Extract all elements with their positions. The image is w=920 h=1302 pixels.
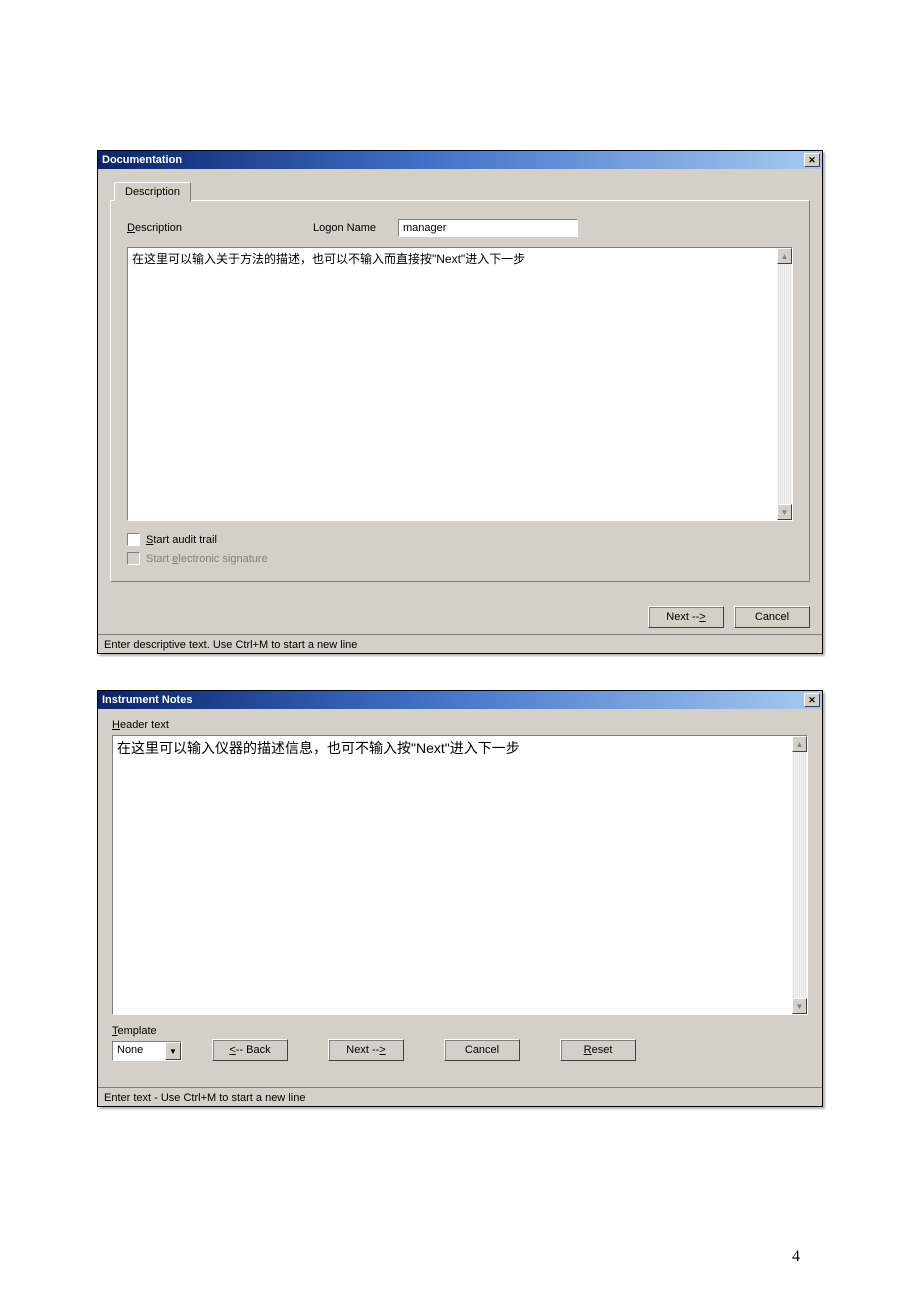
scroll-up-button[interactable]: ▲ bbox=[777, 248, 792, 264]
back-button[interactable]: <-- Back bbox=[212, 1039, 288, 1061]
status-bar: Enter text - Use Ctrl+M to start a new l… bbox=[98, 1087, 822, 1106]
audit-trail-checkbox[interactable] bbox=[127, 533, 140, 546]
scrollbar[interactable]: ▲ ▼ bbox=[792, 735, 808, 1015]
next-button[interactable]: Next --> bbox=[648, 606, 724, 628]
combo-dropdown-button[interactable]: ▼ bbox=[165, 1042, 181, 1060]
instrument-notes-dialog: Instrument Notes ✕ Header text ▲ ▼ Templ… bbox=[97, 690, 823, 1107]
template-combo-value: None bbox=[113, 1042, 165, 1060]
reset-button[interactable]: Reset bbox=[560, 1039, 636, 1061]
button-row: Next --> Cancel bbox=[98, 588, 822, 634]
header-textarea-wrap: ▲ ▼ bbox=[112, 735, 808, 1015]
header-textarea[interactable] bbox=[112, 735, 792, 1015]
description-label: Description bbox=[127, 222, 313, 234]
up-arrow-icon: ▲ bbox=[781, 252, 789, 261]
status-bar: Enter descriptive text. Use Ctrl+M to st… bbox=[98, 634, 822, 653]
close-icon: ✕ bbox=[808, 695, 816, 706]
template-row: Template None ▼ <-- Back Next --> Cancel… bbox=[112, 1025, 808, 1061]
close-icon: ✕ bbox=[808, 155, 816, 166]
scrollbar[interactable]: ▲ ▼ bbox=[777, 247, 793, 521]
close-button[interactable]: ✕ bbox=[804, 153, 820, 167]
close-button[interactable]: ✕ bbox=[804, 693, 820, 707]
dialog-body: Header text ▲ ▼ Template None ▼ <-- Back… bbox=[98, 709, 822, 1069]
scroll-up-button[interactable]: ▲ bbox=[792, 736, 807, 752]
dialog-body: Description Description Logon Name ▲ ▼ S… bbox=[98, 169, 822, 588]
window-title: Documentation bbox=[102, 154, 182, 166]
down-arrow-icon: ▼ bbox=[781, 508, 789, 517]
logon-name-field[interactable] bbox=[398, 219, 578, 237]
tab-description[interactable]: Description bbox=[114, 182, 191, 201]
button-group: <-- Back Next --> Cancel Reset bbox=[212, 1039, 636, 1061]
logon-name-label: Logon Name bbox=[313, 222, 376, 234]
down-arrow-icon: ▼ bbox=[796, 1002, 804, 1011]
template-combo[interactable]: None ▼ bbox=[112, 1041, 182, 1061]
scroll-down-button[interactable]: ▼ bbox=[792, 998, 807, 1014]
electronic-signature-label: Start electronic signature bbox=[146, 553, 268, 565]
header-text-label: Header text bbox=[112, 719, 808, 731]
electronic-signature-checkbox bbox=[127, 552, 140, 565]
tab-label: Description bbox=[125, 186, 180, 198]
up-arrow-icon: ▲ bbox=[796, 740, 804, 749]
documentation-dialog: Documentation ✕ Description Description … bbox=[97, 150, 823, 654]
template-label: Template bbox=[112, 1025, 182, 1037]
cancel-button[interactable]: Cancel bbox=[444, 1039, 520, 1061]
next-button[interactable]: Next --> bbox=[328, 1039, 404, 1061]
chevron-down-icon: ▼ bbox=[169, 1047, 177, 1056]
electronic-signature-row: Start electronic signature bbox=[127, 552, 793, 565]
title-bar: Documentation ✕ bbox=[98, 151, 822, 169]
template-col: Template None ▼ bbox=[112, 1025, 182, 1061]
title-bar: Instrument Notes ✕ bbox=[98, 691, 822, 709]
page-number: 4 bbox=[792, 1248, 800, 1266]
tab-panel: Description Logon Name ▲ ▼ Start audit t… bbox=[110, 200, 810, 582]
description-textarea[interactable] bbox=[127, 247, 777, 521]
audit-trail-label: Start audit trail bbox=[146, 534, 217, 546]
tab-strip: Description bbox=[110, 181, 810, 200]
window-title: Instrument Notes bbox=[102, 694, 192, 706]
description-textarea-wrap: ▲ ▼ bbox=[127, 247, 793, 521]
description-row: Description Logon Name bbox=[127, 219, 793, 237]
cancel-button[interactable]: Cancel bbox=[734, 606, 810, 628]
audit-trail-row: Start audit trail bbox=[127, 533, 793, 546]
scroll-down-button[interactable]: ▼ bbox=[777, 504, 792, 520]
